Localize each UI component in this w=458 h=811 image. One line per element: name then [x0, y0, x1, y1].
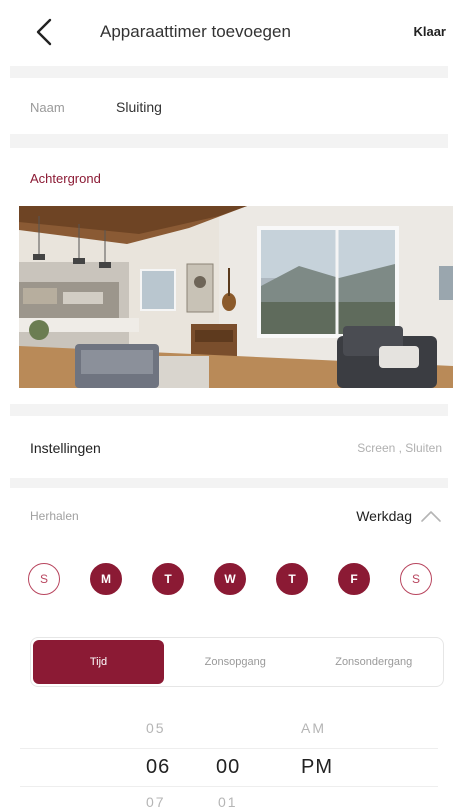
tab-sunrise[interactable]: Zonsopgang — [166, 638, 305, 686]
day-toggle-thursday[interactable]: T — [276, 563, 308, 595]
divider — [10, 134, 448, 148]
name-value: Sluiting — [116, 99, 162, 115]
day-label: W — [224, 572, 236, 586]
settings-value: Screen , Sluiten — [357, 441, 442, 455]
day-label: T — [164, 572, 172, 586]
day-toggle-monday[interactable]: M — [90, 563, 122, 595]
period-selected: PM — [301, 756, 333, 778]
picker-divider — [20, 786, 438, 787]
hour-prev: 05 — [146, 720, 166, 736]
chevron-left-icon — [36, 18, 52, 46]
minute-next: 01 — [218, 794, 238, 810]
back-button[interactable] — [26, 14, 62, 50]
weekday-selector: S M T W T F S — [28, 563, 438, 599]
day-label: T — [288, 572, 296, 586]
settings-row[interactable]: Instellingen Screen , Sluiten — [0, 420, 458, 476]
day-toggle-saturday[interactable]: S — [400, 563, 432, 595]
divider — [10, 478, 448, 488]
hour-next: 07 — [146, 794, 166, 810]
name-label: Naam — [30, 100, 65, 115]
done-button[interactable]: Klaar — [413, 24, 446, 39]
time-picker[interactable]: 05 AM 06 00 PM 07 01 — [0, 710, 458, 811]
day-toggle-sunday[interactable]: S — [28, 563, 60, 595]
chevron-up-icon — [421, 511, 441, 522]
repeat-value: Werkdag — [356, 508, 412, 524]
background-label: Achtergrond — [30, 171, 101, 186]
background-image[interactable] — [19, 206, 453, 388]
trigger-type-tabs: Tijd Zonsopgang Zonsondergang — [30, 637, 444, 687]
day-label: S — [39, 572, 48, 586]
hour-selected: 06 — [146, 756, 171, 778]
tab-time[interactable]: Tijd — [33, 640, 164, 684]
day-toggle-friday[interactable]: F — [338, 563, 370, 595]
repeat-label: Herhalen — [30, 509, 79, 523]
day-label: M — [101, 572, 111, 586]
minute-selected: 00 — [216, 756, 241, 778]
day-label: S — [411, 572, 420, 586]
tab-sunset[interactable]: Zonsondergang — [305, 638, 444, 686]
day-toggle-wednesday[interactable]: W — [214, 563, 246, 595]
day-toggle-tuesday[interactable]: T — [152, 563, 184, 595]
name-row[interactable]: Naam Sluiting — [0, 80, 458, 132]
settings-label: Instellingen — [30, 440, 101, 456]
header-bar: Apparaattimer toevoegen Klaar — [0, 0, 458, 66]
repeat-dropdown[interactable]: Werkdag — [356, 505, 442, 527]
divider — [10, 404, 448, 416]
living-room-photo — [19, 206, 453, 388]
period-prev: AM — [301, 720, 326, 736]
page-title: Apparaattimer toevoegen — [100, 22, 291, 41]
divider — [10, 66, 448, 78]
day-label: F — [350, 572, 358, 586]
picker-divider — [20, 748, 438, 749]
